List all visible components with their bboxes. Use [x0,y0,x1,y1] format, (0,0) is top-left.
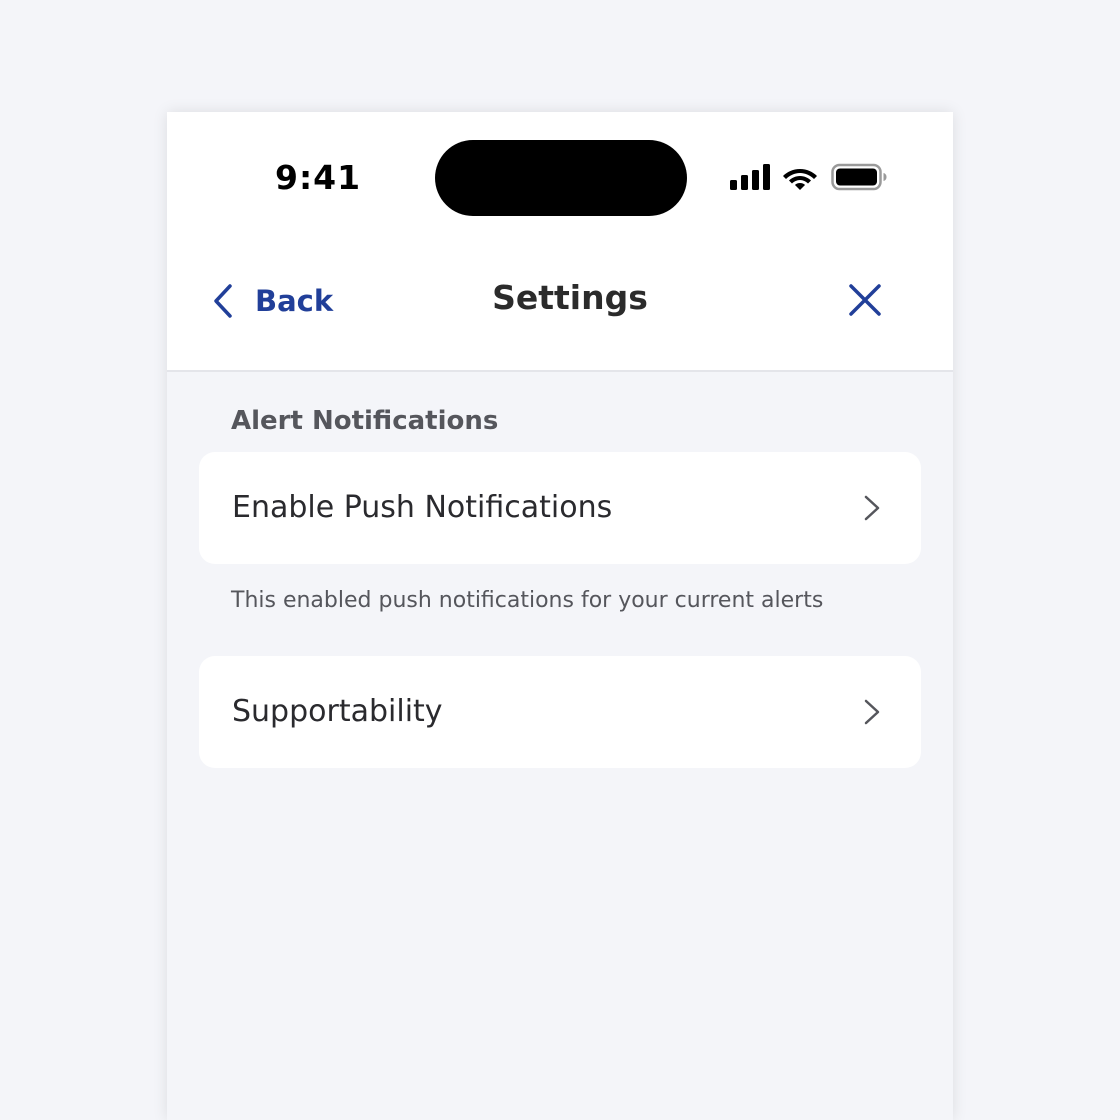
enable-push-notifications-row[interactable]: Enable Push Notifications [199,452,921,564]
page-title: Settings [492,278,648,317]
chevron-right-icon [864,495,880,521]
supportability-row[interactable]: Supportability [199,656,921,768]
wifi-icon [783,169,817,190]
dynamic-island [435,140,687,216]
section-header-alert-notifications: Alert Notifications [231,406,499,436]
status-bar: 9:41 [167,112,953,242]
chevron-right-icon [864,699,880,725]
status-time: 9:41 [275,158,362,197]
phone-screen: 9:41 Back Settings Alert Notifications E… [167,112,953,1120]
row-label: Supportability [232,694,443,729]
row-label: Enable Push Notifications [232,490,613,525]
signal-icon [730,164,770,190]
navigation-bar: Back Settings [167,242,953,372]
battery-icon [831,163,887,191]
close-icon[interactable] [847,282,883,318]
push-notifications-helper-text: This enabled push notifications for your… [231,588,824,613]
